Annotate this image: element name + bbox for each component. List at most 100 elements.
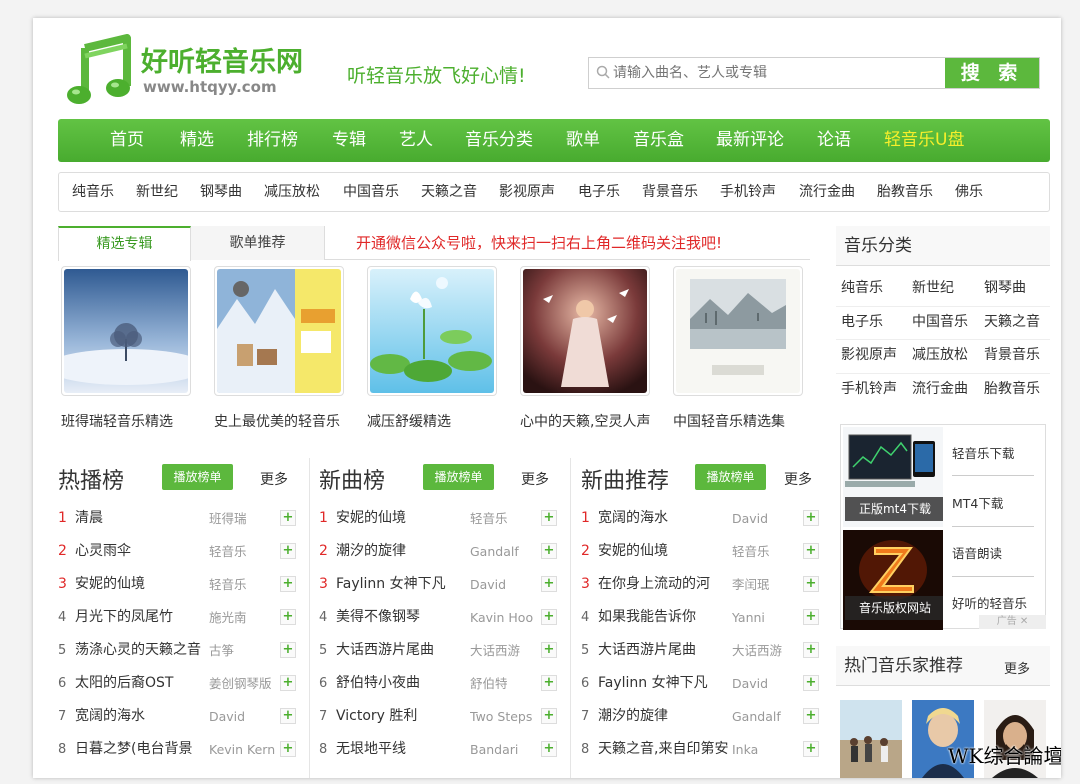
chart-row[interactable]: 6 Faylinn 女神下凡 David + <box>581 667 826 700</box>
genre-item[interactable]: 背景音乐 <box>642 173 698 211</box>
category-item[interactable]: 电子乐 <box>841 306 883 339</box>
nav-artists[interactable]: 艺人 <box>399 119 433 162</box>
nav-albums[interactable]: 专辑 <box>332 119 366 162</box>
song-title[interactable]: 荡涤心灵的天籁之音 <box>75 634 207 667</box>
ad-link[interactable]: 语音朗读 <box>952 543 1002 562</box>
artist-name[interactable]: David <box>732 667 802 700</box>
tab-featured-albums[interactable]: 精选专辑 <box>58 226 191 261</box>
add-to-playlist-button[interactable]: + <box>541 543 557 559</box>
chart-more-link[interactable]: 更多 <box>260 469 288 489</box>
genre-item[interactable]: 天籁之音 <box>421 173 477 211</box>
ad-link[interactable]: 好听的轻音乐 <box>952 593 1027 612</box>
add-to-playlist-button[interactable]: + <box>280 543 296 559</box>
chart-row[interactable]: 7 宽阔的海水 David + <box>58 700 303 733</box>
chart-row[interactable]: 3 安妮的仙境 轻音乐 + <box>58 568 303 601</box>
add-to-playlist-button[interactable]: + <box>280 576 296 592</box>
ad-close-badge[interactable]: 广告 ✕ <box>979 615 1046 629</box>
add-to-playlist-button[interactable]: + <box>280 708 296 724</box>
artist-name[interactable]: 舒伯特 <box>470 667 540 700</box>
genre-item[interactable]: 流行金曲 <box>799 173 855 211</box>
genre-item[interactable]: 新世纪 <box>136 173 178 211</box>
category-item[interactable]: 背景音乐 <box>984 339 1040 372</box>
nav-categories[interactable]: 音乐分类 <box>465 119 533 162</box>
add-to-playlist-button[interactable]: + <box>541 741 557 757</box>
song-title[interactable]: Faylinn 女神下凡 <box>598 667 730 700</box>
artist-name[interactable]: Kavin Hoo <box>470 601 540 634</box>
chart-row[interactable]: 4 如果我能告诉你 Yanni + <box>581 601 826 634</box>
artist-name[interactable]: 古筝 <box>209 634 279 667</box>
ad-link[interactable]: 轻音乐下载 <box>952 443 1015 462</box>
genre-item[interactable]: 胎教音乐 <box>877 173 933 211</box>
add-to-playlist-button[interactable]: + <box>541 609 557 625</box>
nav-playlists[interactable]: 歌单 <box>566 119 600 162</box>
song-title[interactable]: 安妮的仙境 <box>336 502 468 535</box>
artist-name[interactable]: Two Steps <box>470 700 540 733</box>
song-title[interactable]: 太阳的后裔OST <box>75 667 207 700</box>
artist-name[interactable]: 大话西游 <box>732 634 802 667</box>
music-note-logo-icon[interactable] <box>65 34 133 106</box>
add-to-playlist-button[interactable]: + <box>803 642 819 658</box>
category-item[interactable]: 胎教音乐 <box>984 373 1040 406</box>
add-to-playlist-button[interactable]: + <box>803 510 819 526</box>
song-title[interactable]: 潮汐的旋律 <box>336 535 468 568</box>
song-title[interactable]: Faylinn 女神下凡 <box>336 568 468 601</box>
album-cover-ethereal-voice[interactable] <box>520 266 650 396</box>
artist-name[interactable]: 轻音乐 <box>470 502 540 535</box>
song-title[interactable]: 清晨 <box>75 502 207 535</box>
category-item[interactable]: 影视原声 <box>841 339 897 372</box>
play-chart-button[interactable]: 播放榜单 <box>423 464 494 490</box>
artist-name[interactable]: David <box>732 502 802 535</box>
artist-name[interactable]: Gandalf <box>732 700 802 733</box>
chart-row[interactable]: 5 荡涤心灵的天籁之音 古筝 + <box>58 634 303 667</box>
song-title[interactable]: 舒伯特小夜曲 <box>336 667 468 700</box>
song-title[interactable]: 日暮之梦(电台背景 <box>75 733 207 766</box>
chart-row[interactable]: 1 宽阔的海水 David + <box>581 502 826 535</box>
chart-row[interactable]: 8 天籁之音,来自印第安 Inka + <box>581 733 826 766</box>
song-title[interactable]: 无垠地平线 <box>336 733 468 766</box>
nav-music-box[interactable]: 音乐盒 <box>633 119 684 162</box>
artist-name[interactable]: David <box>209 700 279 733</box>
chart-row[interactable]: 2 心灵雨伞 轻音乐 + <box>58 535 303 568</box>
album-cover-best-light-music[interactable] <box>214 266 344 396</box>
add-to-playlist-button[interactable]: + <box>803 741 819 757</box>
chart-row[interactable]: 5 大话西游片尾曲 大话西游 + <box>581 634 826 667</box>
chart-row[interactable]: 2 安妮的仙境 轻音乐 + <box>581 535 826 568</box>
artist-name[interactable]: 姜创钢琴版 <box>209 667 279 700</box>
artist-name[interactable]: 班得瑞 <box>209 502 279 535</box>
artist-name[interactable]: Inka <box>732 733 802 766</box>
search-button[interactable]: 搜 索 <box>945 58 1039 88</box>
play-chart-button[interactable]: 播放榜单 <box>162 464 233 490</box>
tab-playlist-recommend[interactable]: 歌单推荐 <box>191 226 325 260</box>
chart-row[interactable]: 7 潮汐的旋律 Gandalf + <box>581 700 826 733</box>
wechat-notice[interactable]: 开通微信公众号啦，快来扫一扫右上角二维码关注我吧! <box>356 226 722 260</box>
song-title[interactable]: 宽阔的海水 <box>598 502 730 535</box>
category-item[interactable]: 手机铃声 <box>841 373 897 406</box>
artist-name[interactable]: 李闰珉 <box>732 568 802 601</box>
album-title[interactable]: 减压舒缓精选 <box>367 411 451 431</box>
add-to-playlist-button[interactable]: + <box>803 543 819 559</box>
album-cover-relax[interactable] <box>367 266 497 396</box>
album-title[interactable]: 中国轻音乐精选集 <box>673 411 785 431</box>
genre-item[interactable]: 中国音乐 <box>343 173 399 211</box>
trading-screen-image[interactable]: 正版mt4下载 <box>843 427 943 527</box>
musician-more-link[interactable]: 更多 <box>1004 658 1030 677</box>
genre-item[interactable]: 手机铃声 <box>720 173 776 211</box>
artist-name[interactable]: 大话西游 <box>470 634 540 667</box>
genre-item[interactable]: 电子乐 <box>578 173 620 211</box>
category-item[interactable]: 流行金曲 <box>912 373 968 406</box>
nav-charts[interactable]: 排行榜 <box>247 119 298 162</box>
artist-name[interactable]: Kevin Kern <box>209 733 279 766</box>
song-title[interactable]: 美得不像钢琴 <box>336 601 468 634</box>
add-to-playlist-button[interactable]: + <box>541 642 557 658</box>
add-to-playlist-button[interactable]: + <box>280 609 296 625</box>
artist-name[interactable]: 轻音乐 <box>732 535 802 568</box>
chart-row[interactable]: 1 安妮的仙境 轻音乐 + <box>319 502 564 535</box>
genre-item[interactable]: 纯音乐 <box>72 173 114 211</box>
chart-row[interactable]: 3 Faylinn 女神下凡 David + <box>319 568 564 601</box>
ad-link[interactable]: MT4下载 <box>952 493 1003 512</box>
chart-row[interactable]: 2 潮汐的旋律 Gandalf + <box>319 535 564 568</box>
album-cover-chinese-music[interactable] <box>673 266 803 396</box>
song-title[interactable]: 大话西游片尾曲 <box>336 634 468 667</box>
song-title[interactable]: 在你身上流动的河 <box>598 568 730 601</box>
site-name[interactable]: 好听轻音乐网 <box>141 40 303 79</box>
